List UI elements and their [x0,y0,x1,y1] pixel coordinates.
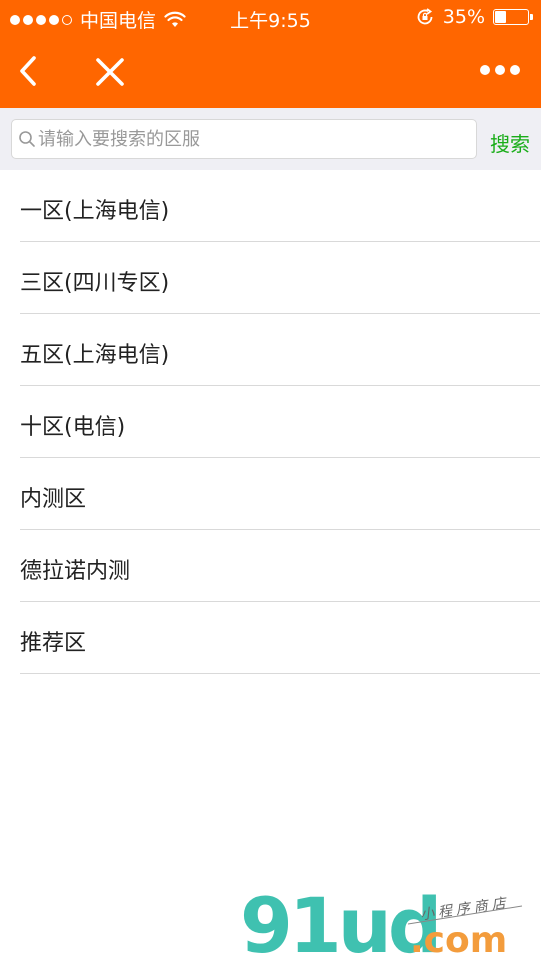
server-item[interactable]: 一区(上海电信) [20,170,540,242]
status-bar: 中国电信 上午9:55 35% [0,0,541,36]
close-button[interactable] [94,56,126,88]
status-right: 35% [415,6,533,28]
watermark-domain: .com [410,920,507,958]
battery-percent: 35% [442,6,485,28]
server-item[interactable]: 内测区 [20,458,540,530]
server-item[interactable]: 十区(电信) [20,386,540,458]
watermark-logo: 91ud .com 小程序商店 [240,886,523,958]
more-dots-icon [480,65,520,75]
search-input[interactable] [38,128,458,150]
search-icon [19,131,35,147]
watermark-brand: 91ud [240,886,438,958]
nav-bar [0,36,541,108]
server-item[interactable]: 五区(上海电信) [20,314,540,386]
server-item[interactable]: 德拉诺内测 [20,530,540,602]
more-button[interactable] [479,62,521,78]
search-button[interactable]: 搜索 [490,128,530,157]
battery-fill [495,11,506,23]
search-box[interactable] [11,119,477,159]
server-item[interactable]: 三区(四川专区) [20,242,540,314]
server-item[interactable]: 推荐区 [20,602,540,674]
rotation-lock-icon [417,8,433,25]
chevron-left-icon [20,56,36,86]
server-list: 一区(上海电信) 三区(四川专区) 五区(上海电信) 十区(电信) 内测区 德拉… [20,170,540,674]
battery-icon [493,9,533,25]
close-icon [96,58,124,86]
search-bar: 搜索 [0,108,541,170]
back-button[interactable] [14,54,44,88]
